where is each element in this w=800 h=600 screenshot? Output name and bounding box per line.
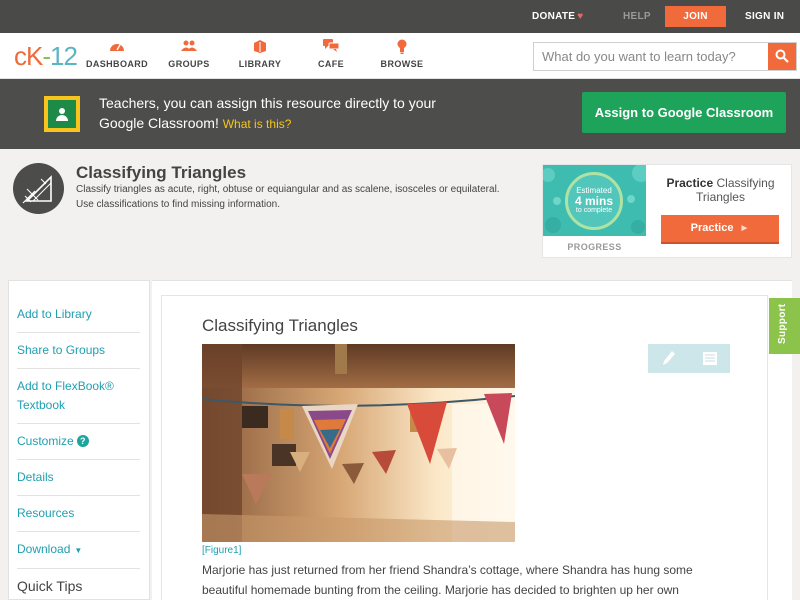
pencil-icon[interactable] [648,344,689,373]
chevron-right-icon: ► [739,223,750,234]
search-input[interactable] [534,43,768,70]
practice-card: Estimated 4 mins to complete PROGRESS Pr… [542,164,792,258]
google-classroom-banner: Teachers, you can assign this resource d… [0,79,800,149]
join-button[interactable]: JOIN [665,6,726,27]
support-tab[interactable]: Support [769,298,800,354]
article-paragraph: Marjorie has just returned from her frie… [202,563,693,597]
concept-description: Classify triangles as acute, right, obtu… [76,184,500,210]
figure-caption[interactable]: [Figure1] [202,545,241,556]
quick-tips-heading[interactable]: Quick Tips [17,569,140,594]
nav-groups-label: GROUPS [168,59,210,69]
library-icon [225,39,295,57]
add-to-flexbook-link[interactable]: Add to FlexBook® Textbook [17,369,140,424]
nav-browse-label: BROWSE [380,59,424,69]
annotation-toolbar [648,344,730,373]
share-to-groups-link[interactable]: Share to Groups [17,333,140,369]
google-classroom-icon [44,96,80,132]
search-box [533,42,797,71]
estimated-time-circle: Estimated 4 mins to complete [565,172,623,230]
help-question-icon[interactable]: ? [76,435,89,447]
groups-icon [154,39,224,57]
heart-icon: ♥ [577,11,584,22]
nav-browse[interactable]: BROWSE [367,39,437,69]
estimated-minutes: 4 mins [574,194,613,208]
what-is-this-link[interactable]: What is this? [223,117,292,131]
search-icon [775,49,789,63]
support-label: Support [777,303,788,344]
left-sidebar: Add to Library Share to Groups Add to Fl… [8,280,150,600]
main-content: Classifying Triangles [Figure1] Marjorie… [152,280,792,600]
nav-cafe[interactable]: CAFE [296,39,366,69]
download-dropdown[interactable]: Download ▼ [17,532,140,569]
customize-label: Customize [17,434,74,448]
download-label: Download [17,542,71,556]
resources-link[interactable]: Resources [17,496,140,532]
logo-ck: cK [14,41,43,71]
practice-button-label: Practice [690,222,734,234]
to-complete-label: to complete [575,207,613,214]
cafe-icon [296,39,366,57]
concept-header: Classifying Triangles Classify triangles… [0,149,800,277]
logo-12: 12 [50,41,78,71]
practice-title: Practice Classifying Triangles [653,176,788,204]
logo-dash: - [42,41,51,71]
sign-in-link[interactable]: SIGN IN [745,0,784,33]
practice-title-bold: Practice [666,176,714,190]
search-button[interactable] [768,43,796,70]
nav-dashboard-label: DASHBOARD [85,59,149,69]
donate-label: DONATE [532,11,576,22]
notes-icon[interactable] [689,344,730,373]
progress-label: PROGRESS [567,242,622,252]
ck12-logo[interactable]: cK-12 [14,41,78,72]
nav-dashboard[interactable]: DASHBOARD [82,39,152,69]
triangle-ruler-icon [13,163,64,214]
donate-link[interactable]: DONATE ♥ [532,0,584,33]
article-title: Classifying Triangles [202,316,358,335]
main-nav: cK-12 DASHBOARD GROUPS LIBRARY CAFE BROW… [0,33,800,79]
bunting-figure-image [202,344,515,542]
concept-title: Classifying Triangles [76,163,247,182]
dashboard-icon [82,39,152,57]
nav-library-label: LIBRARY [238,59,282,69]
article-card: Classifying Triangles [Figure1] Marjorie… [161,295,768,600]
browse-icon [367,39,437,57]
nav-groups[interactable]: GROUPS [154,39,224,69]
top-bar: DONATE ♥ HELP JOIN SIGN IN [0,0,800,33]
banner-text: Teachers, you can assign this resource d… [99,93,459,134]
assign-to-google-classroom-button[interactable]: Assign to Google Classroom [582,92,786,133]
caret-down-icon: ▼ [74,546,83,555]
nav-library[interactable]: LIBRARY [225,39,295,69]
help-link[interactable]: HELP [623,0,651,33]
practice-button[interactable]: Practice ► [661,215,779,244]
details-link[interactable]: Details [17,460,140,496]
progress-graphic: Estimated 4 mins to complete [543,165,646,236]
nav-cafe-label: CAFE [317,59,345,69]
add-to-library-link[interactable]: Add to Library [17,297,140,333]
customize-link[interactable]: Customize? [17,424,140,460]
